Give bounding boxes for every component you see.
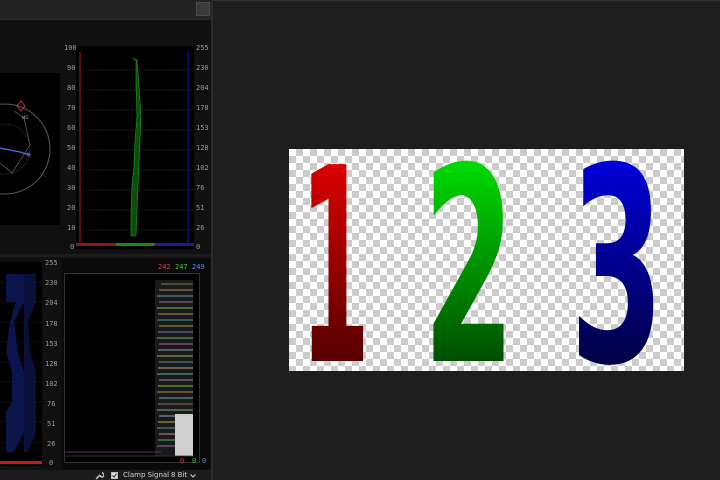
histogram-axis-tick: 26 bbox=[47, 440, 56, 448]
program-canvas[interactable]: 1 2 3 bbox=[289, 110, 684, 425]
waveform-graph bbox=[0, 274, 42, 464]
parade-right-tick: 178 bbox=[196, 104, 209, 112]
digit-one: 1 bbox=[300, 149, 370, 371]
parade-right-tick: 230 bbox=[196, 64, 209, 72]
histogram-scope: 242 247 249 0 0 0 bbox=[62, 259, 210, 470]
histogram-readout-red: 242 bbox=[158, 263, 171, 271]
parade-left-tick: 40 bbox=[67, 164, 76, 172]
rgb-parade-graph bbox=[76, 52, 194, 246]
parade-right-tick: 0 bbox=[196, 243, 201, 251]
parade-left-tick: 50 bbox=[67, 144, 76, 152]
parade-left-tick: 20 bbox=[67, 204, 76, 212]
histogram-axis-tick: 76 bbox=[47, 400, 56, 408]
parade-left-tick: 100 bbox=[64, 44, 77, 52]
histogram-graph bbox=[65, 280, 193, 457]
parade-right-tick: 204 bbox=[196, 84, 209, 92]
histogram-axis-tick: 255 bbox=[45, 259, 58, 267]
parade-right-tick: 128 bbox=[196, 144, 209, 152]
digit-two: 2 bbox=[423, 149, 515, 371]
scope-divider bbox=[0, 254, 211, 257]
parade-left-tick: 90 bbox=[67, 64, 76, 72]
waveform-scope bbox=[0, 262, 42, 466]
parade-right-tick: 26 bbox=[196, 224, 205, 232]
digits-graphic: 1 2 3 bbox=[300, 110, 664, 425]
clamp-signal-checkbox[interactable] bbox=[111, 472, 118, 479]
parade-right-tick: 153 bbox=[196, 124, 209, 132]
histogram-plot bbox=[64, 273, 200, 463]
histogram-readout-green: 247 bbox=[175, 263, 188, 271]
chevron-down-icon bbox=[190, 473, 197, 478]
wrench-icon[interactable] bbox=[95, 471, 104, 480]
clamp-signal-label: Clamp Signal bbox=[123, 471, 170, 479]
green-channel-trace bbox=[130, 57, 142, 237]
histogram-axis-tick: 128 bbox=[45, 360, 58, 368]
histogram-axis-tick: 0 bbox=[49, 459, 54, 467]
histogram-readout-bottom-red: 0 bbox=[180, 457, 185, 465]
vectorscope-graph: MG bbox=[0, 100, 51, 195]
parade-left-tick: 60 bbox=[67, 124, 76, 132]
histogram-axis-tick: 153 bbox=[45, 340, 58, 348]
histogram-readout-blue: 249 bbox=[192, 263, 205, 271]
histogram-axis-tick: 102 bbox=[45, 380, 58, 388]
parade-right-tick: 76 bbox=[196, 184, 205, 192]
vectorscope: MG bbox=[0, 73, 60, 225]
histogram-bars bbox=[65, 280, 193, 457]
rgb-parade-scope bbox=[76, 46, 194, 249]
program-top-border bbox=[213, 0, 720, 1]
digit-three: 3 bbox=[570, 149, 664, 371]
parade-left-tick: 70 bbox=[67, 104, 76, 112]
bit-depth-dropdown[interactable]: 8 Bit bbox=[171, 471, 197, 480]
parade-left-tick: 80 bbox=[67, 84, 76, 92]
panel-close-button[interactable] bbox=[196, 2, 210, 16]
lumetri-scopes-panel: MG 100 90 80 70 60 50 40 30 20 10 0 255 … bbox=[0, 0, 211, 480]
histogram-readout-bottom-green: 0 bbox=[192, 457, 197, 465]
parade-right-tick: 255 bbox=[196, 44, 209, 52]
blue-waveform-trace bbox=[6, 274, 24, 452]
histogram-axis-tick: 178 bbox=[45, 320, 58, 328]
bit-depth-value: 8 Bit bbox=[171, 471, 188, 479]
parade-right-tick: 102 bbox=[196, 164, 209, 172]
vectorscope-mg-label: MG bbox=[22, 115, 29, 120]
parade-left-tick: 0 bbox=[70, 243, 75, 251]
parade-right-tick: 51 bbox=[196, 204, 205, 212]
histogram-axis-tick: 51 bbox=[47, 420, 56, 428]
parade-left-tick: 30 bbox=[67, 184, 76, 192]
parade-left-tick: 10 bbox=[67, 224, 76, 232]
panel-header bbox=[0, 0, 211, 20]
check-icon bbox=[112, 473, 117, 478]
histogram-axis-tick: 230 bbox=[45, 279, 58, 287]
histogram-axis-tick: 204 bbox=[45, 299, 58, 307]
histogram-readout-bottom-blue: 0 bbox=[202, 457, 207, 465]
